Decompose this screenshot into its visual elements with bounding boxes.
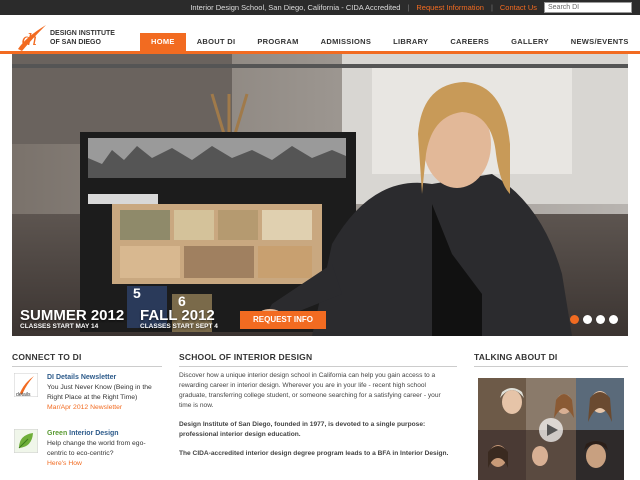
utility-bar: Interior Design School, San Diego, Calif… [0,0,640,15]
summer-caption: SUMMER 2012 CLASSES START MAY 14 [20,308,124,331]
newsletter-title[interactable]: DI Details Newsletter [47,373,162,383]
logo-mark-icon: di [18,25,46,51]
green-title-rest: Interior Design [67,430,119,437]
svg-text:5: 5 [133,285,141,301]
summer-title: SUMMER 2012 [20,307,125,324]
nav-item-home[interactable]: HOME [140,33,186,51]
green-title-green: Green [47,430,68,437]
request-info-button[interactable]: REQUEST INFO [240,311,326,329]
slide-dot-2[interactable] [583,315,592,324]
talking-divider [474,366,628,367]
slide-dot-3[interactable] [596,315,605,324]
svg-text:di: di [22,30,37,49]
nav-item-library[interactable]: LIBRARY [382,33,439,51]
newsletter-link[interactable]: Mar/Apr 2012 Newsletter [47,403,162,413]
nav-item-gallery[interactable]: GALLERY [500,33,560,51]
nav-item-careers[interactable]: CAREERS [439,33,500,51]
details-icon-label: details [16,392,31,397]
fall-caption: FALL 2012 CLASSES START SEPT 4 [140,308,218,331]
logo-line2: OF SAN DIEGO [50,39,101,46]
talking-title: TALKING ABOUT DI [474,352,558,362]
slide-dot-4[interactable] [609,315,618,324]
school-title: SCHOOL OF INTERIOR DESIGN [179,352,313,362]
nav-item-news-events[interactable]: NEWS/EVENTS [560,33,640,51]
school-paragraph-1: Discover how a unique interior design sc… [179,372,441,409]
site-header: di DESIGN INSTITUTE OF SAN DIEGO HOME ABO… [0,15,640,55]
testimonial-video[interactable] [478,378,624,480]
school-paragraph-2: Design Institute of San Diego, founded i… [179,421,426,438]
school-divider [179,366,457,367]
green-design-block: Green Interior Design Help change the wo… [14,429,159,473]
video-thumbnail [478,378,624,480]
newsletter-block: details DI Details Newsletter You Just N… [14,373,159,417]
fall-subtitle: CLASSES START SEPT 4 [140,323,218,330]
green-link[interactable]: Here's How [47,459,162,469]
request-information-link[interactable]: Request Information [416,3,484,12]
separator: | [407,3,410,12]
connect-title: CONNECT TO DI [12,352,82,362]
search-input[interactable]: Search DI [544,2,632,13]
slide-dot-1[interactable] [570,315,579,324]
summer-subtitle: CLASSES START MAY 14 [20,323,99,330]
green-leaf-icon[interactable] [14,429,38,453]
green-text: Help change the world from ego-centric t… [47,440,146,457]
main-nav: HOME ABOUT DI PROGRAM ADMISSIONS LIBRARY CARE… [140,33,640,51]
tagline: Interior Design School, San Diego, Calif… [190,3,401,12]
logo-line1: DESIGN INSTITUTE [50,30,115,37]
separator: | [490,3,493,12]
school-paragraph-3: The CIDA-accredited interior design degr… [179,450,449,457]
nav-item-about-di[interactable]: ABOUT DI [186,33,247,51]
slide-dots [570,315,618,324]
hero-image: 5 6 [12,54,628,336]
hero-slider[interactable]: 5 6 SUMMER 2012 CLASSES START MAY 14 FAL… [12,54,628,336]
details-newsletter-icon[interactable]: details [14,373,38,397]
contact-us-link[interactable]: Contact Us [500,3,537,12]
nav-item-program[interactable]: PROGRAM [246,33,309,51]
green-title[interactable]: Green Interior Design [47,429,162,439]
connect-divider [12,366,162,367]
newsletter-text: You Just Never Know (Being in the Right … [47,384,152,401]
school-body: Discover how a unique interior design sc… [179,371,451,468]
nav-item-admissions[interactable]: ADMISSIONS [310,33,383,51]
fall-title: FALL 2012 [140,307,215,324]
logo[interactable]: di DESIGN INSTITUTE OF SAN DIEGO [16,23,116,53]
